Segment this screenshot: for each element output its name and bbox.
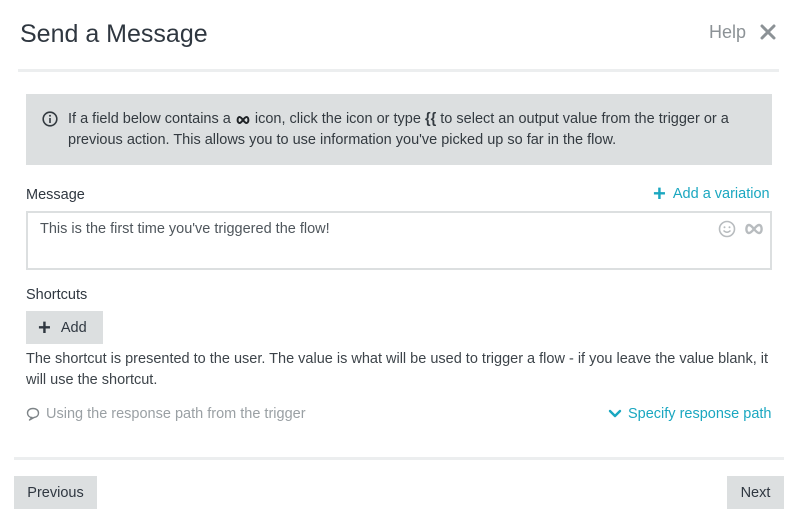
info-text: If a field below contains a icon, click … [68, 109, 758, 151]
specify-response-path-link[interactable]: Specify response path [608, 406, 771, 422]
specify-response-path-label: Specify response path [628, 406, 772, 422]
add-shortcut-label: Add [60, 319, 87, 336]
response-status-text: Using the response path from the trigger [46, 406, 306, 422]
info-text-part1: If a field below contains a [68, 111, 231, 127]
info-circle-icon [42, 111, 58, 127]
message-label: Message [26, 187, 85, 203]
chevron-down-icon [608, 409, 622, 418]
add-variation-label: Add a variation [672, 186, 770, 202]
speech-bubble-icon [26, 407, 40, 421]
smiley-icon[interactable] [718, 220, 736, 238]
next-button[interactable]: Next [727, 476, 784, 509]
footer-divider [14, 457, 784, 460]
header-divider [18, 69, 779, 72]
previous-button[interactable]: Previous [14, 476, 97, 509]
info-banner: If a field below contains a icon, click … [26, 94, 772, 165]
message-input-value[interactable]: This is the first time you've triggered … [40, 221, 330, 237]
add-shortcut-button[interactable]: + Add [26, 311, 103, 344]
plus-icon: + [38, 314, 51, 340]
help-link[interactable]: Help [709, 22, 746, 43]
message-field[interactable]: This is the first time you've triggered … [26, 211, 772, 270]
response-status: Using the response path from the trigger [26, 406, 306, 422]
close-button[interactable] [760, 24, 778, 42]
infinity-icon [236, 115, 250, 125]
shortcuts-description: The shortcut is presented to the user. T… [26, 351, 769, 388]
close-icon [760, 24, 776, 40]
shortcuts-label: Shortcuts [26, 287, 88, 303]
dialog-title: Send a Message [20, 20, 208, 48]
variable-picker-icon[interactable] [744, 221, 764, 237]
info-text-part2: icon, click the icon or type [254, 111, 421, 127]
info-braces: {{ [424, 111, 437, 127]
add-variation-link[interactable]: + Add a variation [653, 181, 770, 206]
plus-icon: + [653, 181, 666, 206]
